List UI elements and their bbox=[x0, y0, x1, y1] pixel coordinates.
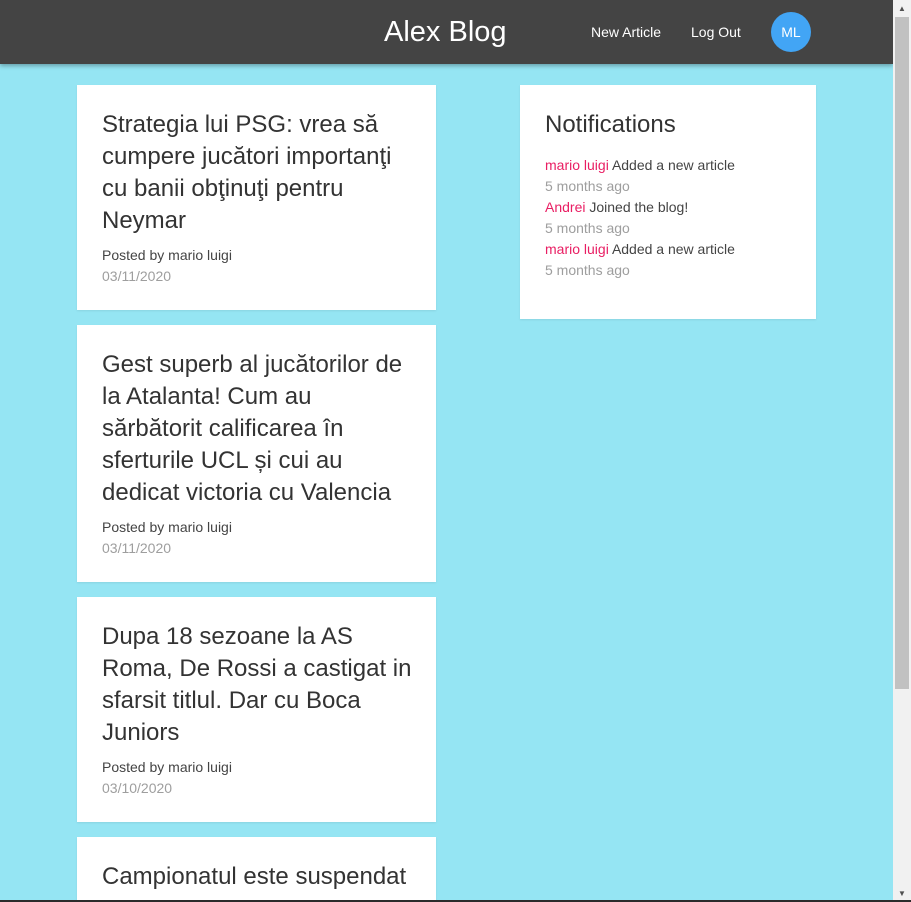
notifications-list: mario luigi Added a new article 5 months… bbox=[545, 155, 805, 281]
article-title[interactable]: Campionatul este suspendat bbox=[102, 861, 412, 893]
notification-user: mario luigi bbox=[545, 157, 609, 173]
article-card[interactable]: Campionatul este suspendat bbox=[77, 837, 436, 902]
article-title[interactable]: Dupa 18 sezoane la AS Roma, De Rossi a c… bbox=[102, 621, 412, 749]
vertical-scrollbar[interactable]: ▲ ▼ bbox=[893, 0, 911, 902]
article-card[interactable]: Gest superb al jucătorilor de la Atalant… bbox=[77, 325, 436, 582]
notification-item: mario luigi Added a new article 5 months… bbox=[545, 239, 805, 281]
article-title[interactable]: Gest superb al jucătorilor de la Atalant… bbox=[102, 349, 412, 509]
notification-item: Andrei Joined the blog! 5 months ago bbox=[545, 197, 805, 239]
brand-logo[interactable]: Alex Blog bbox=[384, 14, 507, 50]
article-author: Posted by mario luigi bbox=[102, 247, 232, 263]
notification-action: Joined the blog! bbox=[589, 199, 689, 215]
scrollbar-thumb[interactable] bbox=[895, 17, 909, 689]
notifications-title: Notifications bbox=[545, 111, 676, 138]
article-author: Posted by mario luigi bbox=[102, 759, 232, 775]
notification-time: 5 months ago bbox=[545, 220, 630, 236]
scroll-up-arrow-icon[interactable]: ▲ bbox=[893, 0, 911, 17]
article-date: 03/10/2020 bbox=[102, 780, 173, 796]
top-navbar: Alex Blog New Article Log Out ML bbox=[0, 0, 893, 64]
notification-item: mario luigi Added a new article 5 months… bbox=[545, 155, 805, 197]
notification-time: 5 months ago bbox=[545, 178, 630, 194]
article-date: 03/11/2020 bbox=[102, 268, 172, 284]
notification-user: Andrei bbox=[545, 199, 586, 215]
new-article-link[interactable]: New Article bbox=[591, 22, 661, 42]
article-card[interactable]: Dupa 18 sezoane la AS Roma, De Rossi a c… bbox=[77, 597, 436, 822]
article-card[interactable]: Strategia lui PSG: vrea să cumpere jucăt… bbox=[77, 85, 436, 310]
notification-time: 5 months ago bbox=[545, 262, 630, 278]
user-avatar[interactable]: ML bbox=[771, 12, 811, 52]
article-title[interactable]: Strategia lui PSG: vrea să cumpere jucăt… bbox=[102, 109, 412, 237]
notifications-panel: Notifications mario luigi Added a new ar… bbox=[520, 85, 816, 319]
article-date: 03/11/2020 bbox=[102, 540, 172, 556]
log-out-link[interactable]: Log Out bbox=[691, 22, 741, 42]
notification-action: Added a new article bbox=[611, 241, 735, 257]
notification-user: mario luigi bbox=[545, 241, 609, 257]
article-author: Posted by mario luigi bbox=[102, 519, 232, 535]
notification-action: Added a new article bbox=[611, 157, 735, 173]
